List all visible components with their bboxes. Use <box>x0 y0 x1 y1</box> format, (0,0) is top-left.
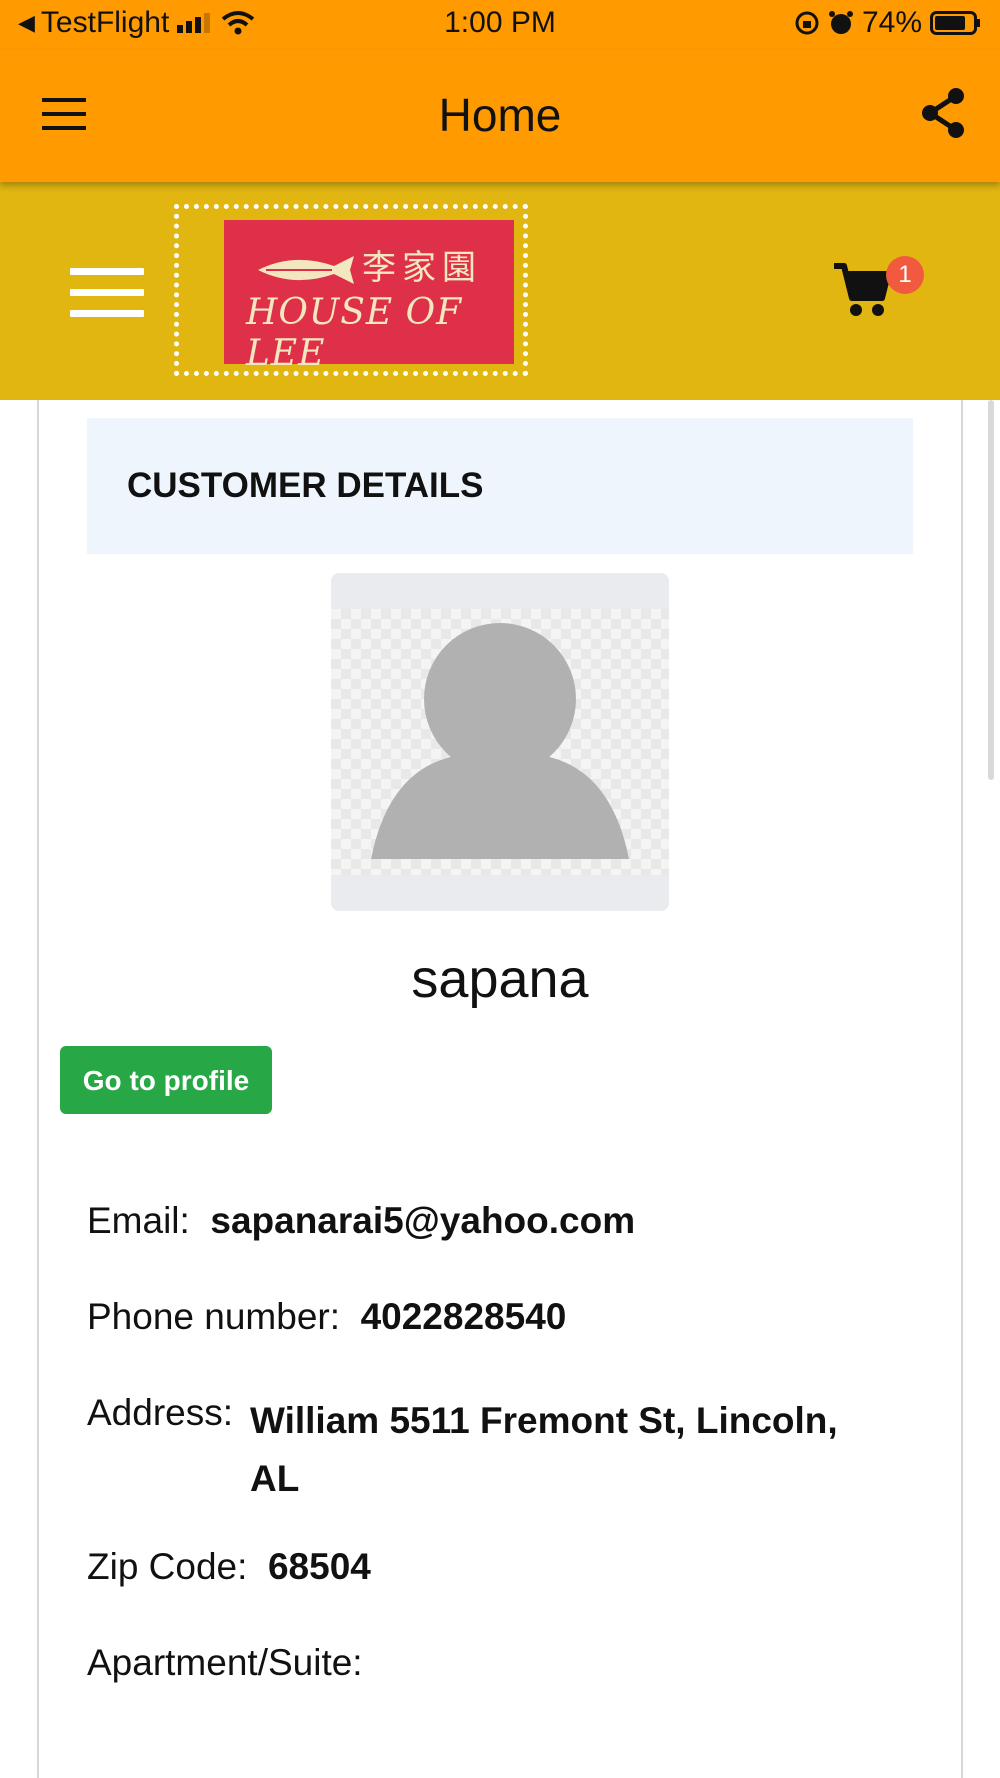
site-menu-icon[interactable] <box>70 268 144 318</box>
user-silhouette-icon <box>371 623 629 859</box>
cart-icon[interactable] <box>832 260 890 320</box>
battery-percent: 74% <box>861 6 922 39</box>
battery-icon <box>930 11 980 35</box>
phone-row: Phone number: 4022828540 <box>87 1296 566 1338</box>
fish-icon <box>258 256 354 284</box>
go-to-profile-button[interactable]: Go to profile <box>60 1046 272 1114</box>
cart-count-badge: 1 <box>886 256 924 294</box>
app-bar: Home <box>0 50 1000 182</box>
customer-name: sapana <box>411 949 589 1009</box>
zip-label: Zip Code: <box>87 1546 248 1587</box>
address-label: Address: <box>87 1392 234 1433</box>
avatar <box>331 573 669 911</box>
address-value: William 5511 Fremont St, Lincoln, AL <box>250 1400 838 1499</box>
status-bar: ◀ TestFlight 1:00 PM 74% <box>0 0 1000 50</box>
page-title: Home <box>438 89 562 141</box>
section-title: CUSTOMER DETAILS <box>127 466 484 505</box>
phone-label: Phone number: <box>87 1296 341 1337</box>
orientation-lock-icon <box>795 11 819 35</box>
logo-wordmark: HOUSE OF LEE <box>246 292 463 374</box>
phone-value: 4022828540 <box>360 1296 567 1337</box>
apartment-row: Apartment/Suite: <box>87 1642 363 1684</box>
apartment-label: Apartment/Suite: <box>87 1642 363 1683</box>
email-row: Email: sapanarai5@yahoo.com <box>87 1200 635 1242</box>
logo-chinese-text: 李家園 <box>362 248 482 288</box>
avatar-image-area <box>331 609 669 875</box>
email-label: Email: <box>87 1200 190 1241</box>
status-right: 74% <box>794 6 982 40</box>
scrollbar[interactable] <box>988 400 994 780</box>
house-of-lee-logo[interactable]: 李家園 HOUSE OF LEE <box>224 220 514 374</box>
customer-details-header: CUSTOMER DETAILS <box>87 418 913 554</box>
alarm-icon <box>828 11 853 34</box>
zip-row: Zip Code: 68504 <box>87 1546 371 1588</box>
share-icon[interactable] <box>918 86 968 140</box>
zip-value: 68504 <box>267 1546 371 1587</box>
email-value: sapanarai5@yahoo.com <box>210 1200 636 1241</box>
